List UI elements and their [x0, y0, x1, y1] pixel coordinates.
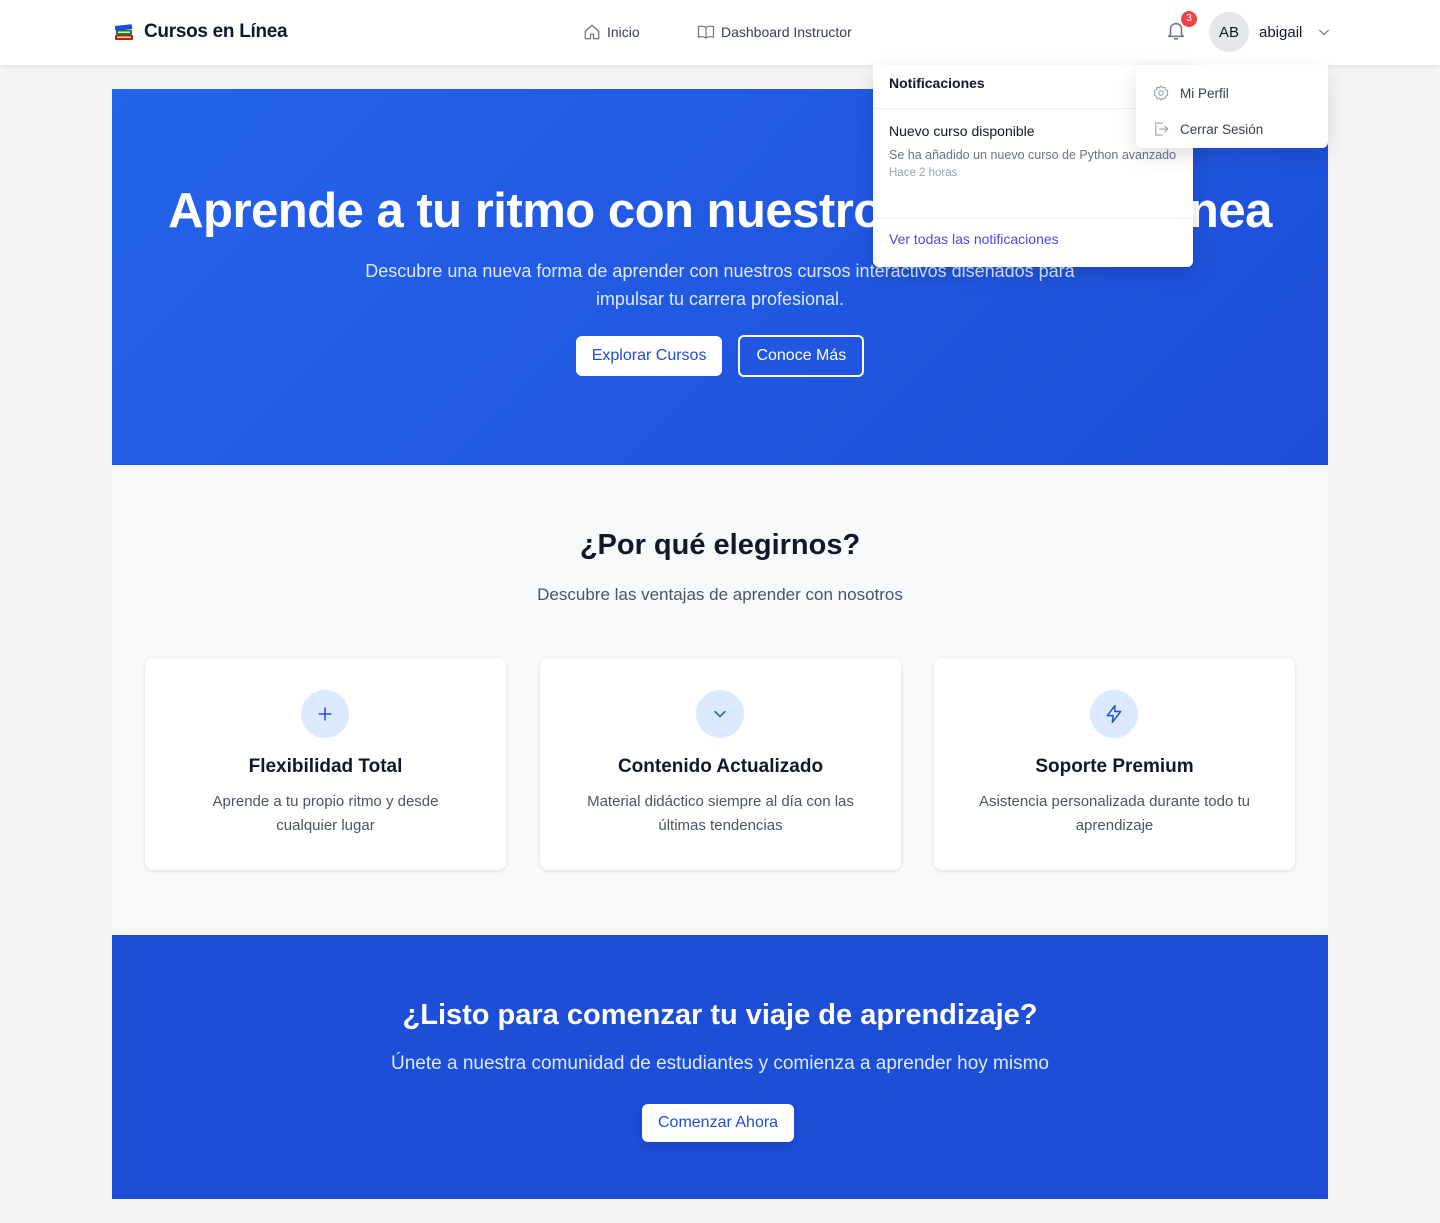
books-icon	[114, 24, 133, 40]
cta-title: ¿Listo para comenzar tu viaje de aprendi…	[402, 999, 1038, 1031]
menu-item-label: Cerrar Sesión	[1180, 121, 1264, 137]
feature-title: Flexibilidad Total	[248, 756, 403, 777]
nav-link-inicio[interactable]: Inicio	[583, 21, 673, 43]
book-icon	[697, 25, 715, 39]
hero-buttons: Explorar Cursos Conoce Más	[112, 335, 1328, 377]
learn-more-button[interactable]: Conoce Más	[738, 335, 865, 377]
brand-title: Cursos en Línea	[144, 21, 288, 42]
chevron-down-icon	[714, 710, 726, 718]
feature-text: Material didáctico siempre al día con la…	[587, 793, 854, 834]
features-subtitle: Descubre las ventajas de aprender con no…	[537, 585, 903, 604]
lightning-icon	[1106, 704, 1122, 724]
nav-link-label: Dashboard Instructor	[721, 24, 852, 40]
nav-link-dashboard-instructor[interactable]: Dashboard Instructor	[697, 21, 897, 43]
user-menu-toggle[interactable]: AB abigail	[1209, 12, 1332, 52]
nav-link-label: Inicio	[607, 24, 640, 40]
feature-icon-wrapper	[301, 690, 349, 738]
user-dropdown-menu: Mi Perfil Cerrar Sesión	[1136, 65, 1328, 148]
feature-card-support: Soporte Premium Asistencia personalizada…	[934, 658, 1295, 870]
gear-icon	[1153, 85, 1169, 101]
feature-text: Asistencia personalizada durante todo tu…	[978, 793, 1250, 834]
plus-icon	[318, 707, 332, 721]
feature-icon-wrapper	[1090, 690, 1138, 738]
navbar: Cursos en Línea Inicio Dashboard Instruc…	[0, 0, 1440, 65]
avatar: AB	[1209, 12, 1249, 52]
cta-subtitle: Únete a nuestra comunidad de estudiantes…	[391, 1053, 1049, 1074]
notification-badge: 3	[1181, 11, 1197, 27]
menu-item-label: Mi Perfil	[1180, 85, 1229, 101]
home-icon	[584, 24, 600, 40]
features-section: ¿Por qué elegirnos? Descubre las ventaja…	[112, 465, 1328, 935]
start-now-button[interactable]: Comenzar Ahora	[642, 1104, 795, 1142]
logout-icon	[1155, 122, 1169, 136]
feature-card-flexibility: Flexibilidad Total Aprende a tu propio r…	[145, 658, 506, 870]
feature-title: Contenido Actualizado	[617, 756, 824, 777]
cta-section: ¿Listo para comenzar tu viaje de aprendi…	[112, 935, 1328, 1199]
notification-title: Nuevo curso disponible	[889, 123, 1035, 139]
explore-courses-button[interactable]: Explorar Cursos	[575, 336, 723, 376]
feature-icon-wrapper	[696, 690, 744, 738]
chevron-down-icon	[1319, 29, 1330, 36]
feature-text: Aprende a tu propio ritmo y desde cualqu…	[212, 793, 439, 834]
notification-time: Hace 2 horas	[889, 167, 958, 179]
menu-item-profile[interactable]: Mi Perfil	[1136, 75, 1328, 111]
menu-item-logout[interactable]: Cerrar Sesión	[1136, 111, 1328, 147]
notifications-button[interactable]: 3	[1165, 11, 1197, 45]
brand-logo[interactable]: Cursos en Línea	[112, 19, 288, 45]
notification-message: Se ha añadido un nuevo curso de Python a…	[889, 148, 1177, 162]
username: abigail	[1259, 23, 1303, 41]
features-title: ¿Por qué elegirnos?	[579, 529, 861, 561]
feature-card-content: Contenido Actualizado Material didáctico…	[540, 658, 901, 870]
view-all-notifications-link[interactable]: Ver todas las notificaciones	[873, 219, 1193, 259]
feature-title: Soporte Premium	[1035, 756, 1194, 777]
